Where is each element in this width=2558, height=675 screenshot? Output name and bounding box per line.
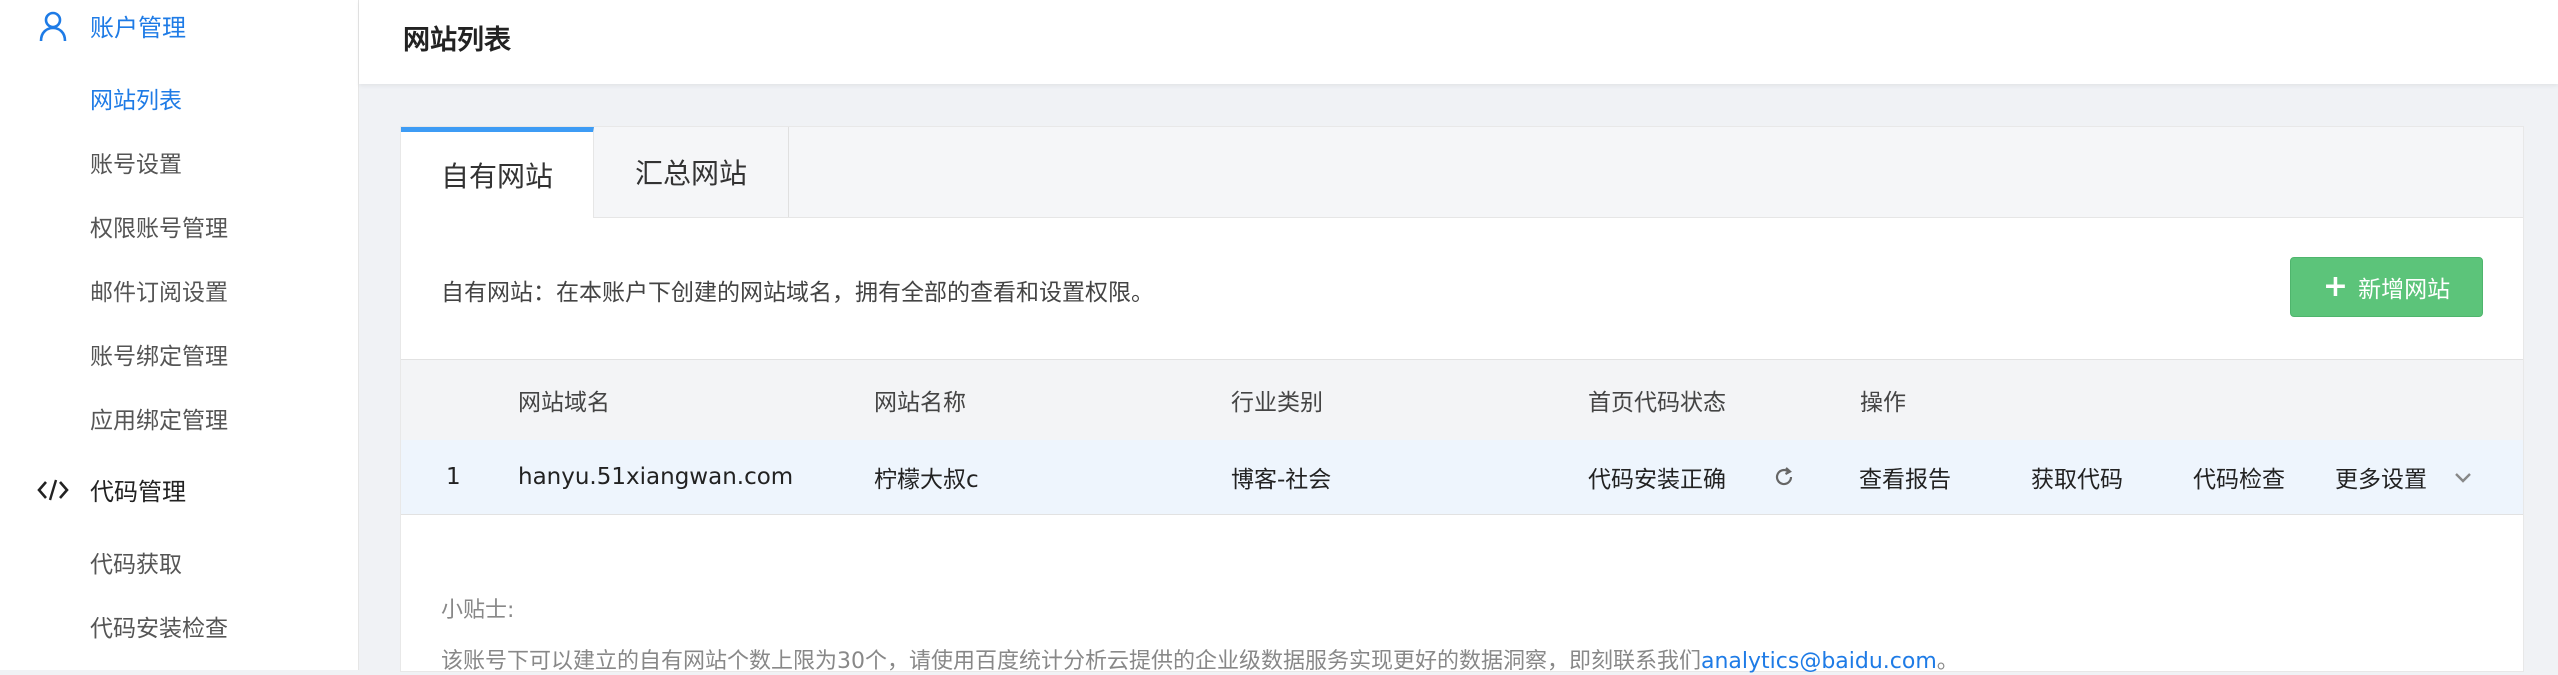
tab-own-sites[interactable]: 自有网站 — [401, 127, 594, 218]
view-report-link[interactable]: 查看报告 — [1859, 440, 1951, 514]
column-header-status: 首页代码状态 — [1588, 390, 1726, 416]
description-text: 自有网站：在本账户下创建的网站域名，拥有全部的查看和设置权限。 — [441, 280, 1154, 306]
sidebar-item-account-settings[interactable]: 账号设置 — [90, 145, 182, 179]
more-settings-link[interactable]: 更多设置 — [2335, 440, 2427, 514]
tips-suffix: 。 — [1936, 649, 1959, 674]
sidebar-item-site-list[interactable]: 网站列表 — [90, 81, 182, 115]
add-site-button[interactable]: + 新增网站 — [2290, 257, 2483, 317]
add-site-label: 新增网站 — [2358, 277, 2451, 303]
sidebar: 账户管理 网站列表 账号设置 权限账号管理 邮件订阅设置 账号绑定管理 应用绑定… — [0, 0, 359, 670]
column-header-domain: 网站域名 — [518, 390, 610, 416]
table-header: 网站域名 网站名称 行业类别 首页代码状态 操作 — [401, 359, 2523, 441]
sidebar-group-label: 代码管理 — [90, 478, 186, 506]
sidebar-group-label: 账户管理 — [90, 14, 186, 42]
tab-bar: 自有网站 汇总网站 — [401, 127, 2523, 218]
tab-summary-sites[interactable]: 汇总网站 — [594, 127, 789, 217]
sidebar-group-code[interactable]: 代码管理 — [36, 472, 186, 507]
get-code-link[interactable]: 获取代码 — [2031, 440, 2123, 514]
sidebar-item-get-code[interactable]: 代码获取 — [90, 545, 182, 579]
sidebar-item-app-binding[interactable]: 应用绑定管理 — [90, 401, 228, 435]
sidebar-group-account[interactable]: 账户管理 — [36, 8, 186, 43]
sidebar-item-account-binding[interactable]: 账号绑定管理 — [90, 337, 228, 371]
code-status: 代码安装正确 — [1588, 467, 1726, 493]
tips-body: 该账号下可以建立的自有网站个数上限为30个，请使用百度统计分析云提供的企业级数据… — [441, 649, 1701, 674]
site-domain-link[interactable]: hanyu.51xiangwan.com — [518, 440, 793, 514]
tips-title: 小贴士: — [441, 598, 515, 623]
plus-icon: + — [2322, 269, 2349, 304]
main-card: 自有网站 汇总网站 自有网站：在本账户下创建的网站域名，拥有全部的查看和设置权限… — [400, 126, 2524, 675]
column-header-actions: 操作 — [1860, 390, 1906, 416]
sidebar-item-code-check[interactable]: 代码安装检查 — [90, 609, 228, 643]
header: 网站列表 — [359, 0, 2558, 84]
page-title: 网站列表 — [403, 25, 511, 56]
code-icon — [36, 473, 70, 507]
table-row: 1 hanyu.51xiangwan.com 柠檬大叔c 博客-社会 代码安装正… — [401, 440, 2523, 515]
chevron-down-icon[interactable] — [2453, 440, 2473, 514]
site-name: 柠檬大叔c — [874, 467, 979, 493]
sidebar-item-email-subscription[interactable]: 邮件订阅设置 — [90, 273, 228, 307]
code-check-link[interactable]: 代码检查 — [2193, 440, 2285, 514]
tips-text: 该账号下可以建立的自有网站个数上限为30个，请使用百度统计分析云提供的企业级数据… — [441, 643, 1959, 675]
column-header-category: 行业类别 — [1231, 390, 1323, 416]
sidebar-item-permission-accounts[interactable]: 权限账号管理 — [90, 209, 228, 243]
refresh-icon[interactable] — [1772, 440, 1796, 514]
column-header-name: 网站名称 — [874, 390, 966, 416]
user-icon — [36, 9, 70, 43]
site-category: 博客-社会 — [1231, 467, 1332, 493]
contact-email-link[interactable]: analytics@baidu.com — [1701, 649, 1937, 674]
row-index: 1 — [446, 464, 461, 490]
